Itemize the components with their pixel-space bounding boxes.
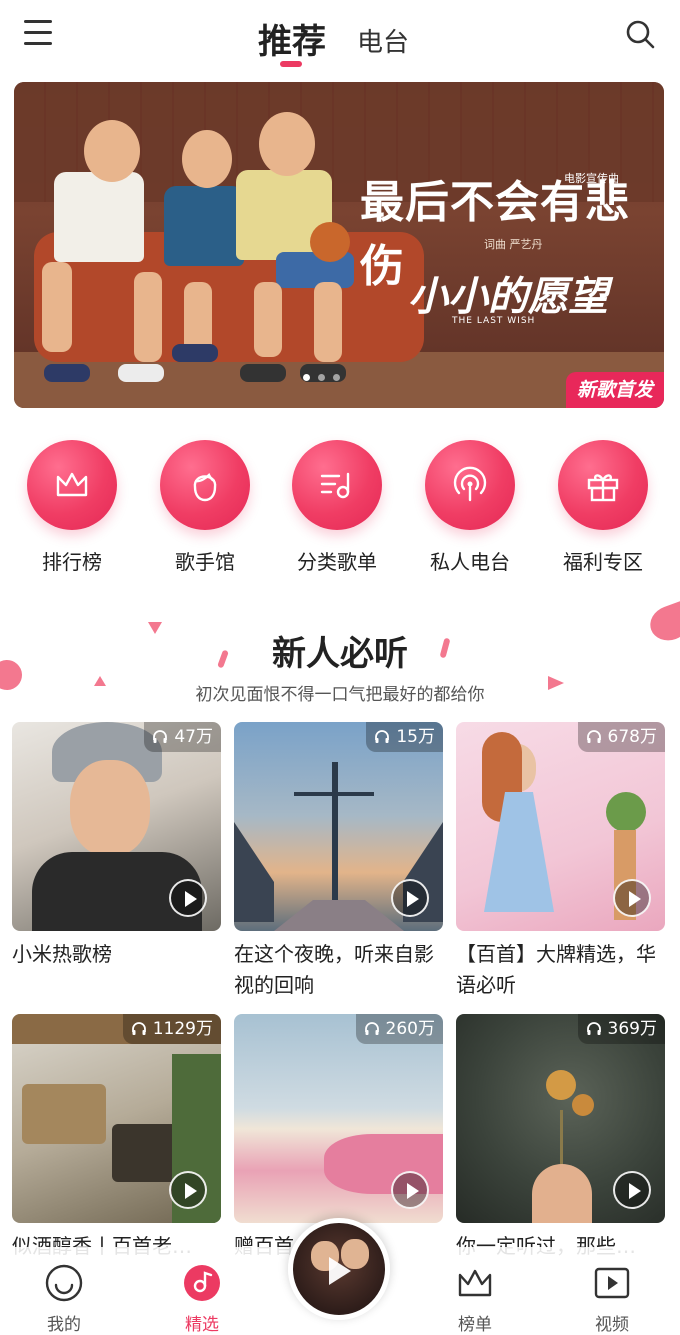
active-tab-indicator — [280, 61, 302, 67]
playlist-cover: 260万 — [234, 1014, 443, 1223]
playlist-icon — [292, 440, 382, 530]
playlist-card[interactable]: 369万 你一定听过，那些… — [456, 1014, 665, 1262]
quick-nav-label: 排行榜 — [42, 550, 102, 574]
playlist-card[interactable]: 678万 【百首】大牌精选，华语必听 — [456, 722, 665, 1001]
banner-movie-title: 小小的愿望 — [408, 274, 608, 320]
banner-dot[interactable] — [318, 374, 325, 381]
crown-icon — [27, 440, 117, 530]
music-disc-icon — [184, 1265, 220, 1301]
radio-icon — [425, 440, 515, 530]
quick-nav-radio[interactable]: 私人电台 — [415, 440, 525, 575]
new-song-badge: 新歌首发 — [566, 372, 664, 408]
quick-nav-label: 分类歌单 — [297, 550, 377, 574]
play-count: 260万 — [355, 1014, 443, 1044]
quick-nav-label: 私人电台 — [430, 550, 510, 574]
banner-movie-title-en: THE LAST WISH — [452, 316, 536, 326]
play-button[interactable] — [391, 1171, 429, 1209]
basketball — [310, 222, 350, 262]
quick-nav-charts[interactable]: 排行榜 — [17, 440, 127, 575]
headphones-icon — [131, 1022, 146, 1035]
playlist-card[interactable]: 15万 在这个夜晚，听来自影视的回响 — [234, 722, 443, 1001]
bottom-nav-label: 视频 — [595, 1315, 629, 1335]
playlist-title: 【百首】大牌精选，华语必听 — [456, 942, 656, 997]
play-count: 15万 — [366, 722, 443, 752]
play-button[interactable] — [391, 879, 429, 917]
banner-dot[interactable] — [303, 374, 310, 381]
gift-icon — [558, 440, 648, 530]
banner-credit: 词曲 严艺丹 — [484, 238, 543, 251]
quick-nav: 排行榜 歌手馆 分类歌单 私人电台 福利专区 — [0, 440, 680, 580]
section-subtitle: 初次见面恨不得一口气把最好的都给你 — [195, 685, 485, 705]
playlist-cover: 47万 — [12, 722, 221, 931]
play-count: 47万 — [144, 722, 221, 752]
play-button[interactable] — [613, 879, 651, 917]
playlist-cover: 678万 — [456, 722, 665, 931]
play-count: 369万 — [577, 1014, 665, 1044]
tab-recommend[interactable]: 推荐 — [258, 14, 326, 63]
now-playing-disc[interactable] — [288, 1218, 390, 1320]
quick-nav-playlists[interactable]: 分类歌单 — [282, 440, 392, 575]
playlist-cover: 369万 — [456, 1014, 665, 1223]
playlist-cover: 15万 — [234, 722, 443, 931]
play-icon — [329, 1257, 351, 1285]
playlist-card[interactable]: 47万 小米热歌榜 — [12, 722, 221, 970]
bottom-nav-charts[interactable]: 榜单 — [435, 1263, 515, 1335]
search-icon[interactable] — [624, 18, 656, 50]
headphones-icon — [375, 730, 390, 743]
tab-radio[interactable]: 电台 — [357, 22, 409, 59]
bottom-nav-label: 我的 — [47, 1315, 81, 1335]
crown-icon — [458, 1269, 492, 1297]
quick-nav-gifts[interactable]: 福利专区 — [548, 440, 658, 575]
video-icon — [594, 1267, 630, 1299]
promo-banner[interactable]: 电影宣传曲 最后不会有悲伤 词曲 严艺丹 小小的愿望 THE LAST WISH… — [14, 82, 664, 408]
headphones-icon — [153, 730, 168, 743]
bottom-nav-video[interactable]: 视频 — [572, 1263, 652, 1335]
bottom-nav-featured[interactable]: 精选 — [162, 1263, 242, 1335]
playlist-card[interactable]: 1129万 似酒醇香丨百首老… — [12, 1014, 221, 1262]
playlist-title: 小米热歌榜 — [12, 942, 112, 966]
quick-nav-label: 福利专区 — [563, 550, 643, 574]
bottom-nav-label: 精选 — [185, 1315, 219, 1335]
play-button[interactable] — [169, 1171, 207, 1209]
quick-nav-label: 歌手馆 — [175, 550, 235, 574]
top-header: 推荐 电台 — [0, 0, 680, 80]
singer-face-icon — [160, 440, 250, 530]
play-button[interactable] — [169, 879, 207, 917]
play-count: 1129万 — [122, 1014, 221, 1044]
banner-pagination — [303, 374, 340, 382]
bottom-nav-mine[interactable]: 我的 — [24, 1263, 104, 1335]
headphones-icon — [364, 1022, 379, 1035]
bottom-nav-label: 榜单 — [458, 1315, 492, 1335]
playlist-title: 在这个夜晚，听来自影视的回响 — [234, 942, 434, 997]
playlist-cover: 1129万 — [12, 1014, 221, 1223]
menu-icon[interactable] — [24, 18, 54, 46]
headphones-icon — [586, 730, 601, 743]
section-title: 新人必听 — [272, 634, 408, 674]
headphones-icon — [586, 1022, 601, 1035]
quick-nav-singers[interactable]: 歌手馆 — [150, 440, 260, 575]
play-count: 678万 — [577, 722, 665, 752]
play-button[interactable] — [613, 1171, 651, 1209]
banner-dot[interactable] — [333, 374, 340, 381]
smiley-icon — [45, 1264, 83, 1302]
